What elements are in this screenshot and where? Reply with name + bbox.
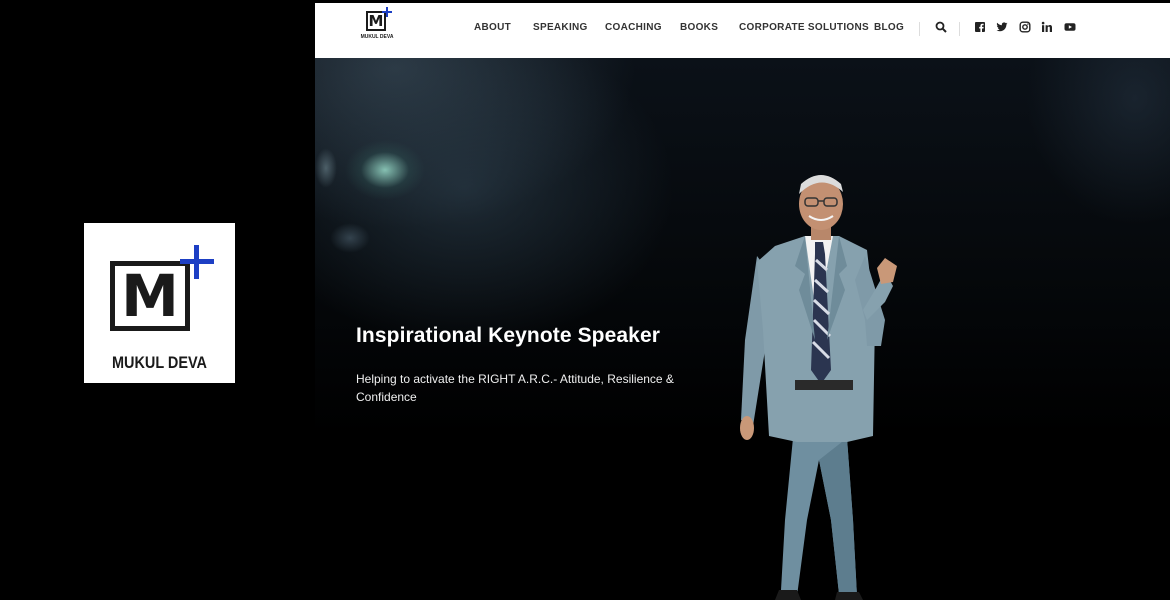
icon-divider (959, 22, 960, 36)
nav-item-corporate-solutions[interactable]: CORPORATE SOLUTIONS (739, 22, 869, 33)
stage-light (315, 148, 337, 188)
instagram-icon[interactable] (1019, 21, 1031, 33)
hero-section: Inspirational Keynote Speaker Helping to… (315, 58, 1170, 600)
hero-subtitle: Helping to activate the RIGHT A.R.C.- At… (356, 372, 674, 404)
logo-brand-name: MUKUL DEVA (111, 353, 207, 372)
facebook-icon[interactable] (974, 21, 986, 33)
nav-divider (919, 22, 920, 36)
youtube-icon[interactable] (1064, 21, 1076, 33)
nav-item-speaking[interactable]: SPEAKING (533, 22, 588, 33)
plus-icon (180, 245, 214, 279)
nav-item-blog[interactable]: BLOG (874, 22, 904, 33)
site-header: M MUKUL DEVA ABOUT SPEAKING COACHING BOO… (315, 3, 1170, 58)
brand-logo-large: M MUKUL DEVA (84, 223, 235, 383)
nav-item-coaching[interactable]: COACHING (605, 22, 662, 33)
nav-item-about[interactable]: ABOUT (474, 22, 511, 33)
header-logo-name: MUKUL DEVA (360, 34, 394, 40)
header-plus-icon (382, 7, 392, 17)
twitter-icon[interactable] (996, 21, 1008, 33)
header-logo[interactable]: M MUKUL DEVA (361, 7, 394, 43)
hero-title: Inspirational Keynote Speaker (356, 324, 660, 348)
website: M MUKUL DEVA ABOUT SPEAKING COACHING BOO… (315, 3, 1170, 600)
stage-light (330, 223, 370, 253)
search-icon[interactable] (935, 21, 947, 33)
logo-letter: M (121, 262, 179, 330)
nav-item-books[interactable]: BOOKS (680, 22, 718, 33)
speaker-photo (740, 175, 897, 600)
linkedin-icon[interactable] (1041, 21, 1053, 33)
